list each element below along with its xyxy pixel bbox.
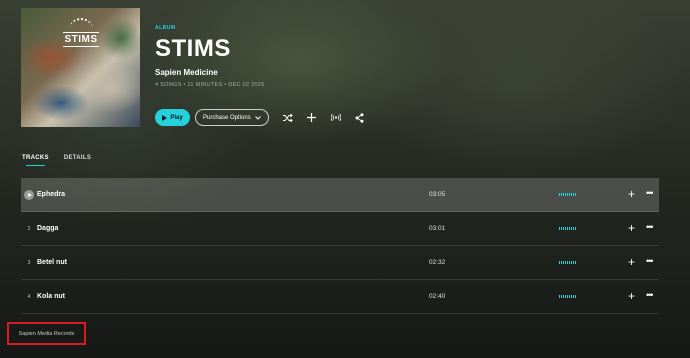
track-row[interactable]: 4 Kola nut 02:40 + ••• bbox=[21, 280, 659, 314]
track-duration: 02:32 bbox=[429, 259, 446, 266]
add-icon[interactable]: + bbox=[628, 246, 635, 279]
share-icon[interactable] bbox=[355, 112, 365, 123]
tab-details[interactable]: DETAILS bbox=[64, 155, 91, 166]
add-icon[interactable]: + bbox=[628, 212, 635, 245]
track-duration: 03:01 bbox=[429, 225, 446, 232]
waveform-icon bbox=[559, 295, 576, 298]
track-title[interactable]: Kola nut bbox=[37, 293, 65, 300]
track-duration: 02:40 bbox=[429, 293, 446, 300]
play-icon[interactable] bbox=[24, 189, 34, 200]
album-details: 4 SONGS • 11 MINUTES • DEC 02 2025 bbox=[155, 82, 265, 88]
shuffle-icon[interactable] bbox=[282, 113, 293, 123]
cast-icon[interactable] bbox=[330, 113, 341, 123]
play-icon bbox=[162, 114, 168, 121]
waveform-icon bbox=[559, 193, 576, 196]
track-list: Ephedra 03:05 + ••• 2 Dagga 03:01 + ••• … bbox=[21, 178, 659, 314]
more-options-icon[interactable]: ••• bbox=[646, 178, 654, 209]
track-number: 4 bbox=[27, 293, 31, 300]
record-label: Sapien Media Records bbox=[18, 330, 75, 337]
add-icon[interactable]: + bbox=[628, 178, 635, 211]
purchase-label: Purchase Options bbox=[203, 114, 251, 121]
track-title[interactable]: Dagga bbox=[37, 225, 58, 232]
purchase-options-button[interactable]: Purchase Options bbox=[195, 109, 269, 126]
play-label: Play bbox=[170, 114, 183, 121]
artist-link[interactable]: Sapien Medicine bbox=[155, 68, 265, 77]
track-row[interactable]: Ephedra 03:05 + ••• bbox=[21, 178, 659, 212]
tab-bar: TRACKS DETAILS bbox=[22, 155, 91, 166]
cover-rays bbox=[69, 18, 93, 32]
track-number: 3 bbox=[27, 259, 31, 266]
action-bar: Play Purchase Options bbox=[155, 109, 365, 126]
album-type-label: ALBUM bbox=[155, 25, 176, 31]
more-options-icon[interactable]: ••• bbox=[646, 212, 654, 243]
track-title[interactable]: Betel nut bbox=[37, 259, 67, 266]
add-icon[interactable]: + bbox=[628, 280, 635, 313]
waveform-icon bbox=[559, 261, 576, 264]
add-icon[interactable] bbox=[307, 113, 317, 123]
tab-tracks[interactable]: TRACKS bbox=[22, 155, 49, 166]
cover-logo-text: STIMS bbox=[63, 32, 99, 47]
album-cover[interactable]: STIMS bbox=[21, 8, 140, 127]
chevron-down-icon bbox=[254, 115, 261, 120]
track-row[interactable]: 3 Betel nut 02:32 + ••• bbox=[21, 246, 659, 280]
record-label-highlight: Sapien Media Records bbox=[7, 322, 86, 345]
play-button[interactable]: Play bbox=[155, 109, 190, 126]
waveform-icon bbox=[559, 227, 576, 230]
album-title: STIMS bbox=[155, 35, 231, 62]
more-options-icon[interactable]: ••• bbox=[646, 246, 654, 277]
track-title[interactable]: Ephedra bbox=[37, 191, 65, 198]
track-duration: 03:05 bbox=[429, 191, 446, 198]
track-number: 2 bbox=[27, 225, 31, 232]
more-options-icon[interactable]: ••• bbox=[646, 280, 654, 311]
album-meta: ALBUM STIMS Sapien Medicine 4 SONGS • 11… bbox=[155, 25, 265, 88]
track-row[interactable]: 2 Dagga 03:01 + ••• bbox=[21, 212, 659, 246]
